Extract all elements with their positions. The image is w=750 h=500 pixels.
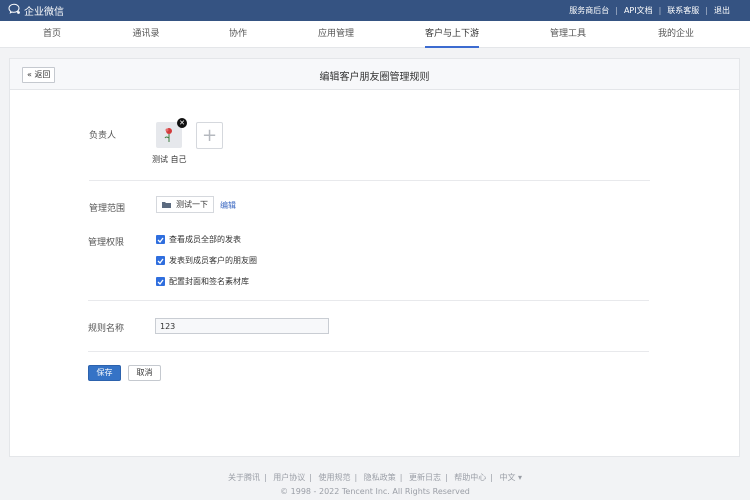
permission-label: 查看成员全部的发表 — [169, 235, 241, 244]
remove-member-icon[interactable]: ✕ — [177, 118, 187, 128]
top-bar: 企业微信 服务商后台 | API文档 | 联系客服 | 退出 — [0, 0, 750, 21]
link-provider-console[interactable]: 服务商后台 — [569, 5, 609, 16]
footer-link-help[interactable]: 帮助中心 — [454, 473, 486, 482]
divider: | — [658, 6, 662, 15]
edit-scope-link[interactable]: 编辑 — [220, 200, 236, 211]
permissions-label: 管理权限 — [88, 238, 125, 248]
divider: | — [354, 473, 358, 482]
scope-label: 管理范围 — [89, 204, 126, 214]
footer-link-about[interactable]: 关于腾讯 — [228, 473, 260, 482]
permission-label: 发表到成员客户的朋友圈 — [169, 256, 257, 265]
department-name: 测试一下 — [176, 200, 208, 209]
tab-management-tools[interactable]: 管理工具 — [550, 21, 586, 48]
card-header: « 返回 编辑客户朋友圈管理规则 — [10, 59, 739, 90]
link-api-docs[interactable]: API文档 — [624, 5, 653, 16]
department-tag: 测试一下 — [156, 196, 214, 213]
permission-configure-library[interactable]: 配置封面和签名素材库 — [156, 276, 249, 287]
link-logout[interactable]: 退出 — [714, 5, 730, 16]
footer-link-usage[interactable]: 使用规范 — [318, 473, 350, 482]
member-name: 测试 自己 — [152, 155, 187, 164]
divider: | — [615, 6, 618, 15]
save-button[interactable]: 保存 — [88, 365, 121, 381]
divider: | — [490, 473, 493, 482]
top-links: 服务商后台 | API文档 | 联系客服 | 退出 — [569, 5, 730, 16]
app-name: 企业微信 — [24, 7, 64, 18]
footer-link-privacy[interactable]: 隐私政策 — [364, 473, 396, 482]
page-title: 编辑客户朋友圈管理规则 — [319, 72, 430, 83]
checkbox-checked-icon[interactable] — [156, 235, 165, 244]
tab-customers[interactable]: 客户与上下游 — [424, 21, 480, 48]
folder-icon — [162, 202, 171, 208]
main-nav: 首页 通讯录 协作 应用管理 客户与上下游 管理工具 我的企业 — [0, 21, 750, 48]
footer-link-changelog[interactable]: 更新日志 — [409, 473, 441, 482]
rule-name-input[interactable] — [155, 318, 329, 334]
wecom-logo-icon — [8, 3, 21, 18]
copyright: © 1998 - 2022 Tencent Inc. All Rights Re… — [280, 487, 470, 496]
divider: | — [263, 473, 267, 482]
divider: | — [444, 473, 448, 482]
permission-label: 配置封面和签名素材库 — [169, 277, 249, 286]
permission-view-all-posts[interactable]: 查看成员全部的发表 — [156, 234, 241, 245]
checkbox-checked-icon[interactable] — [156, 277, 165, 286]
tab-contacts[interactable]: 通讯录 — [132, 21, 159, 48]
checkbox-checked-icon[interactable] — [156, 256, 165, 265]
footer-link-terms[interactable]: 用户协议 — [273, 473, 305, 482]
tab-my-company[interactable]: 我的企业 — [658, 21, 694, 48]
app-logo[interactable]: 企业微信 — [8, 3, 64, 18]
link-contact-support[interactable]: 联系客服 — [667, 5, 699, 16]
language-select[interactable]: 中文 ▾ — [499, 473, 522, 482]
owner-label: 负责人 — [89, 131, 117, 141]
divider: | — [309, 473, 312, 482]
divider: | — [399, 473, 403, 482]
cancel-button[interactable]: 取消 — [128, 365, 161, 381]
flower-avatar-icon — [164, 128, 172, 142]
add-member-button[interactable]: + — [196, 122, 223, 149]
tab-home[interactable]: 首页 — [43, 21, 61, 48]
tab-collaboration[interactable]: 协作 — [229, 21, 247, 48]
divider — [89, 180, 650, 181]
tab-app-management[interactable]: 应用管理 — [318, 21, 354, 48]
permission-post-to-moments[interactable]: 发表到成员客户的朋友圈 — [156, 255, 257, 266]
divider: | — [705, 6, 708, 15]
footer-links: 关于腾讯 | 用户协议 | 使用规范 | 隐私政策 | 更新日志 | 帮助中心 | 中文 ▾ — [0, 472, 750, 483]
